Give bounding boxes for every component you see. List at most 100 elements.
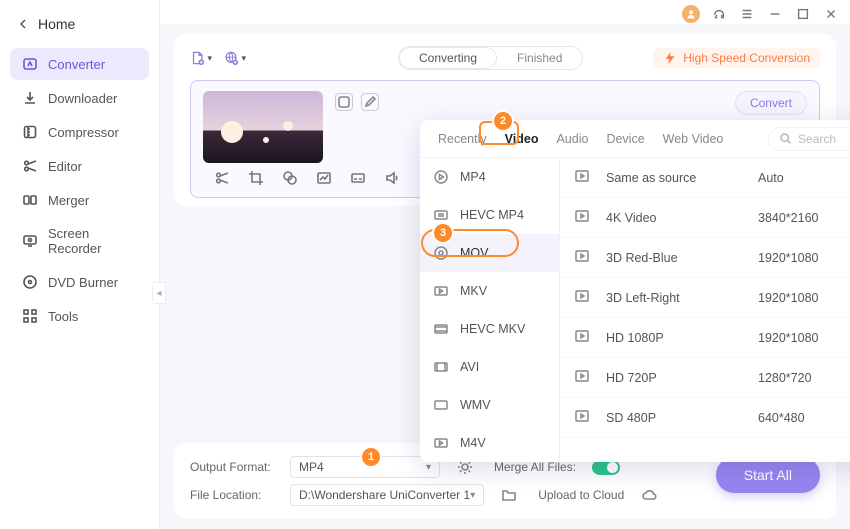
format-avi[interactable]: AVI — [420, 348, 559, 386]
tab-audio[interactable]: Audio — [548, 126, 596, 152]
trim-icon[interactable] — [213, 169, 231, 187]
resolution-item[interactable]: SD 480P640*480 — [560, 398, 850, 438]
resolution-value: 1280*720 — [758, 371, 850, 385]
format-mp4[interactable]: MP4 — [420, 158, 559, 196]
resolution-item[interactable]: Same as sourceAuto — [560, 158, 850, 198]
sidebar-item-label: DVD Burner — [48, 275, 118, 290]
titlebar — [160, 0, 850, 24]
high-speed-toggle[interactable]: High Speed Conversion — [653, 48, 820, 68]
resolution-label: HD 720P — [606, 371, 750, 385]
status-segment: Converting Finished — [398, 46, 583, 70]
resolution-item[interactable]: HD 1080P1920*1080 — [560, 318, 850, 358]
format-wmv[interactable]: WMV — [420, 386, 559, 424]
sidebar-item-label: Merger — [48, 193, 89, 208]
play-icon — [574, 208, 598, 227]
edit-icon[interactable] — [361, 93, 379, 111]
audio-icon[interactable] — [383, 169, 401, 187]
window-close[interactable] — [822, 5, 840, 23]
resolution-item[interactable]: 3D Left-Right1920*1080 — [560, 278, 850, 318]
format-label: HEVC MKV — [460, 322, 525, 336]
start-all-button[interactable]: Start All — [716, 457, 820, 493]
format-icon — [432, 434, 450, 452]
sidebar-item-screen-recorder[interactable]: Screen Recorder — [10, 218, 149, 264]
tab-device[interactable]: Device — [598, 126, 652, 152]
format-hevc-mkv[interactable]: HEVC MKV — [420, 310, 559, 348]
format-mkv[interactable]: MKV — [420, 272, 559, 310]
format-label: WMV — [460, 398, 491, 412]
format-m4v[interactable]: M4V — [420, 424, 559, 462]
avatar[interactable] — [682, 5, 700, 23]
sidebar-item-dvd-burner[interactable]: DVD Burner — [10, 266, 149, 298]
window-maximize[interactable] — [794, 5, 812, 23]
chevron-down-icon: ▾ — [426, 462, 431, 473]
video-thumbnail[interactable] — [203, 91, 323, 163]
add-url-button[interactable]: ▾ — [224, 47, 246, 69]
sidebar-item-label: Tools — [48, 309, 78, 324]
scissors-icon — [22, 158, 38, 174]
sidebar-collapse-handle[interactable]: ◂ — [152, 282, 166, 304]
format-label: MOV — [460, 246, 488, 260]
format-label: HEVC MP4 — [460, 208, 524, 222]
resolution-item[interactable]: 3D Red-Blue1920*1080 — [560, 238, 850, 278]
back-home[interactable]: Home — [0, 6, 159, 42]
resolution-label: SD 480P — [606, 411, 750, 425]
resolution-value: 3840*2160 — [758, 211, 850, 225]
resolution-item[interactable]: 4K Video 3840*2160 — [560, 198, 850, 238]
sidebar-item-tools[interactable]: Tools — [10, 300, 149, 332]
play-icon — [574, 168, 598, 187]
cloud-icon[interactable] — [640, 486, 658, 504]
play-icon — [574, 328, 598, 347]
resolution-label: 4K Video — [606, 211, 750, 225]
sidebar-item-label: Downloader — [48, 91, 117, 106]
format-label: M4V — [460, 436, 486, 450]
headset-icon[interactable] — [710, 5, 728, 23]
file-location-value: D:\Wondershare UniConverter 1 — [299, 488, 470, 502]
main-area: ▾ ▾ Converting Finished High Speed Conve… — [160, 0, 850, 529]
tab-recently[interactable]: Recently — [430, 126, 495, 152]
file-location-label: File Location: — [190, 488, 280, 502]
watermark-icon[interactable] — [315, 169, 333, 187]
play-icon — [574, 368, 598, 387]
effect-icon[interactable] — [281, 169, 299, 187]
chevron-down-icon: ▾ — [207, 53, 212, 64]
sidebar-item-downloader[interactable]: Downloader — [10, 82, 149, 114]
window-minimize[interactable] — [766, 5, 784, 23]
resolution-label: Same as source — [606, 171, 750, 185]
tab-web-video[interactable]: Web Video — [655, 126, 732, 152]
resolution-label: 3D Left-Right — [606, 291, 750, 305]
resolution-label: 3D Red-Blue — [606, 251, 750, 265]
info-icon[interactable] — [335, 93, 353, 111]
format-search[interactable]: Search — [768, 127, 850, 151]
convert-button[interactable]: Convert — [735, 91, 807, 115]
tab-finished[interactable]: Finished — [497, 47, 582, 69]
file-location-select[interactable]: D:\Wondershare UniConverter 1 ▾ — [290, 484, 484, 506]
sidebar-item-converter[interactable]: Converter — [10, 48, 149, 80]
merge-all-label: Merge All Files: — [494, 460, 576, 474]
format-icon — [432, 358, 450, 376]
chevron-down-icon: ▾ — [470, 490, 475, 501]
disc-icon — [22, 274, 38, 290]
format-icon — [432, 282, 450, 300]
format-label: MP4 — [460, 170, 486, 184]
folder-open-icon[interactable] — [500, 486, 518, 504]
format-icon — [432, 320, 450, 338]
sidebar-item-editor[interactable]: Editor — [10, 150, 149, 182]
hamburger-icon[interactable] — [738, 5, 756, 23]
subtitle-icon[interactable] — [349, 169, 367, 187]
format-label: MKV — [460, 284, 487, 298]
tab-converting[interactable]: Converting — [399, 47, 497, 69]
format-icon — [432, 206, 450, 224]
play-icon — [574, 408, 598, 427]
sidebar-item-compressor[interactable]: Compressor — [10, 116, 149, 148]
add-file-button[interactable]: ▾ — [190, 47, 212, 69]
sidebar-item-merger[interactable]: Merger — [10, 184, 149, 216]
step-badge-2: 2 — [494, 112, 512, 130]
screen-recorder-icon — [22, 233, 38, 249]
resolution-value: 1920*1080 — [758, 331, 850, 345]
compressor-icon — [22, 124, 38, 140]
play-icon — [574, 248, 598, 267]
crop-icon[interactable] — [247, 169, 265, 187]
sidebar: Home Converter Downloader Compressor Edi… — [0, 0, 160, 529]
chevron-down-icon: ▾ — [241, 53, 246, 64]
resolution-item[interactable]: HD 720P 1280*720 — [560, 358, 850, 398]
